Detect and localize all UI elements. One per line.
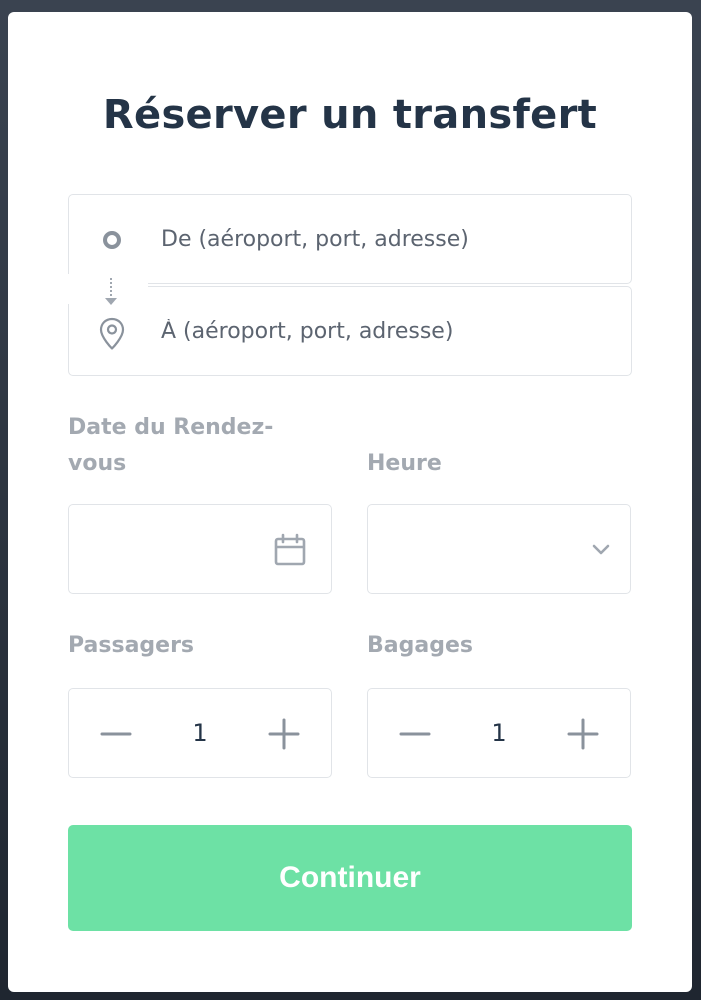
map-pin-icon: [99, 317, 125, 350]
modal-title: Réserver un transfert: [102, 92, 598, 138]
luggage-decrement-button[interactable]: [390, 709, 440, 759]
luggage-label: Bagages: [367, 633, 473, 658]
circle-origin-icon: [103, 231, 121, 249]
dotted-arrow-icon: [68, 274, 148, 305]
time-select[interactable]: [367, 504, 631, 594]
luggage-value: 1: [491, 719, 507, 747]
calendar-icon[interactable]: [273, 533, 307, 567]
date-picker-field[interactable]: [68, 504, 332, 594]
passengers-increment-button[interactable]: [259, 709, 309, 759]
booking-modal: Réserver un transfert Date du Rendez-vou…: [8, 12, 692, 992]
luggage-increment-button[interactable]: [558, 709, 608, 759]
from-field[interactable]: [68, 194, 632, 284]
chevron-down-icon: [592, 544, 610, 555]
time-label: Heure: [367, 451, 442, 476]
passengers-value: 1: [192, 719, 208, 747]
to-field[interactable]: [68, 286, 632, 376]
minus-icon: [399, 732, 431, 736]
date-label: Date du Rendez-vous: [68, 415, 274, 476]
plus-icon: [268, 718, 300, 750]
from-input[interactable]: [161, 195, 601, 283]
passengers-decrement-button[interactable]: [91, 709, 141, 759]
to-input[interactable]: [161, 287, 601, 375]
passengers-stepper: 1: [68, 688, 332, 778]
luggage-stepper: 1: [367, 688, 631, 778]
minus-icon: [100, 732, 132, 736]
plus-icon: [567, 718, 599, 750]
passengers-label: Passagers: [68, 633, 195, 658]
continue-button[interactable]: Continuer: [68, 825, 632, 931]
